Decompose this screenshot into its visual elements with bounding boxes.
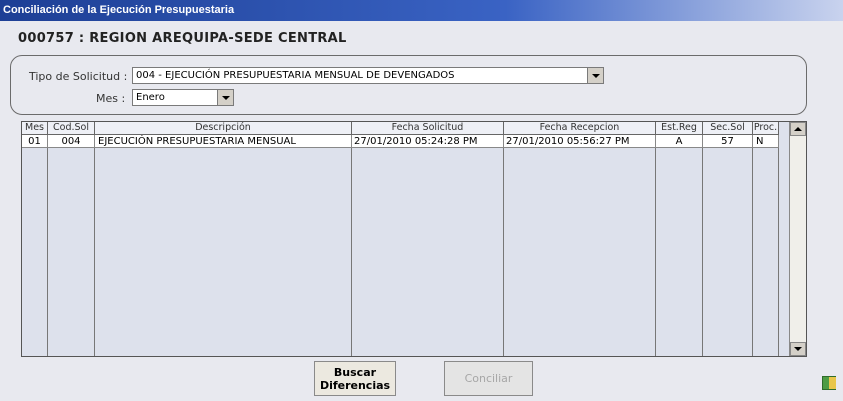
scroll-down-icon	[794, 347, 802, 351]
table-cell-fecha-recepcion[interactable]: 27/01/2010 05:56:27 PM	[504, 135, 656, 148]
filter-group	[10, 55, 807, 115]
header-descripcion[interactable]: Descripción	[95, 122, 352, 135]
header-est-reg[interactable]: Est.Reg	[656, 122, 703, 135]
mes-value: Enero	[136, 92, 165, 103]
table-cell-cod-sol[interactable]: 004	[48, 135, 95, 148]
tipo-solicitud-value: 004 - EJECUCIÓN PRESUPUESTARIA MENSUAL D…	[136, 70, 455, 81]
column-divider	[655, 135, 656, 356]
column-divider	[503, 135, 504, 356]
grid-vertical-scrollbar[interactable]	[789, 122, 806, 356]
tipo-solicitud-label: Tipo de Solicitud :	[29, 70, 128, 83]
table-cell-fecha-solicitud[interactable]: 27/01/2010 05:24:28 PM	[352, 135, 504, 148]
header-fecha-recepcion[interactable]: Fecha Recepcion	[504, 122, 656, 135]
header-cod-sol[interactable]: Cod.Sol	[48, 122, 95, 135]
column-divider	[47, 135, 48, 356]
column-divider	[778, 135, 779, 356]
conciliar-label: Conciliar	[464, 372, 513, 385]
mes-dropdown-button[interactable]	[217, 90, 233, 105]
column-divider	[702, 135, 703, 356]
scroll-down-button[interactable]	[790, 342, 806, 356]
entity-label: 000757 : REGION AREQUIPA-SEDE CENTRAL	[18, 31, 347, 46]
table-cell-descripcion[interactable]: EJECUCIÓN PRESUPUESTARIA MENSUAL	[95, 135, 352, 148]
header-sec-sol[interactable]: Sec.Sol	[703, 122, 753, 135]
diferencias-label: Diferencias	[319, 378, 391, 392]
mes-label: Mes :	[96, 92, 126, 105]
table-cell-est-reg[interactable]: A	[656, 135, 703, 148]
window-titlebar: Conciliación de la Ejecución Presupuesta…	[0, 0, 843, 21]
header-fecha-solicitud[interactable]: Fecha Solicitud	[352, 122, 504, 135]
table-cell-sec-sol[interactable]: 57	[703, 135, 753, 148]
column-divider	[752, 135, 753, 356]
buscar-diferencias-button[interactable]: Buscar Diferencias	[314, 361, 396, 396]
header-proc[interactable]: Proc.	[753, 122, 779, 135]
table-cell-proc[interactable]: N	[753, 135, 779, 148]
column-divider	[351, 135, 352, 356]
header-mes[interactable]: Mes	[22, 122, 48, 135]
conciliacion-window: Conciliación de la Ejecución Presupuesta…	[0, 0, 843, 401]
scroll-up-icon	[794, 127, 802, 131]
mes-select[interactable]: Enero	[132, 89, 234, 106]
column-divider	[94, 135, 95, 356]
chevron-down-icon	[221, 95, 230, 100]
chevron-down-icon	[591, 73, 600, 78]
tipo-solicitud-dropdown-button[interactable]	[587, 68, 603, 83]
table-cell-mes[interactable]: 01	[22, 135, 48, 148]
buscar-label: Buscar	[333, 365, 377, 379]
window-title: Conciliación de la Ejecución Presupuesta…	[3, 4, 235, 16]
conciliar-button[interactable]: Conciliar	[444, 361, 533, 396]
tipo-solicitud-select[interactable]: 004 - EJECUCIÓN PRESUPUESTARIA MENSUAL D…	[132, 67, 604, 84]
scroll-up-button[interactable]	[790, 122, 806, 136]
solicitudes-grid[interactable]: Mes Cod.Sol Descripción Fecha Solicitud …	[21, 121, 807, 357]
excel-export-icon[interactable]	[822, 376, 836, 390]
